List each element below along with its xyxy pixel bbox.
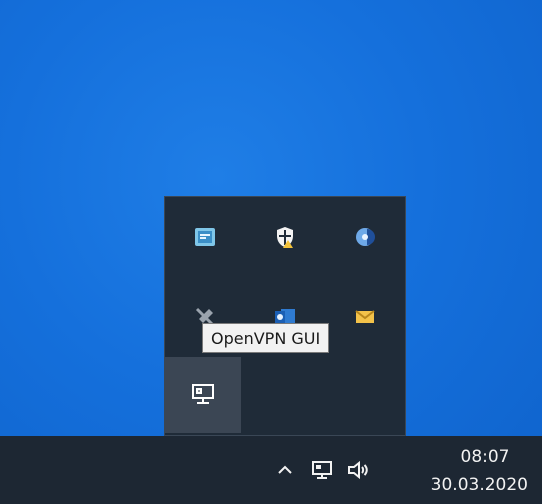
clock[interactable]: 08:07 30.03.2020 xyxy=(418,446,528,498)
network-app-icon[interactable] xyxy=(185,217,225,257)
sync-app-icon[interactable] xyxy=(345,217,385,257)
openvpn-icon[interactable] xyxy=(165,357,241,433)
clock-date: 30.03.2020 xyxy=(430,475,528,495)
tooltip-text: OpenVPN GUI xyxy=(211,328,321,348)
speaker-icon[interactable] xyxy=(343,454,373,486)
clock-time: 08:07 xyxy=(460,447,510,467)
tray-overflow-flyout xyxy=(164,196,406,436)
openvpn-tooltip: OpenVPN GUI xyxy=(202,323,330,353)
network-icon[interactable] xyxy=(307,454,337,486)
security-shield-icon[interactable] xyxy=(265,217,305,257)
mail-icon[interactable] xyxy=(345,297,385,337)
chevron-up-icon[interactable] xyxy=(270,454,300,486)
